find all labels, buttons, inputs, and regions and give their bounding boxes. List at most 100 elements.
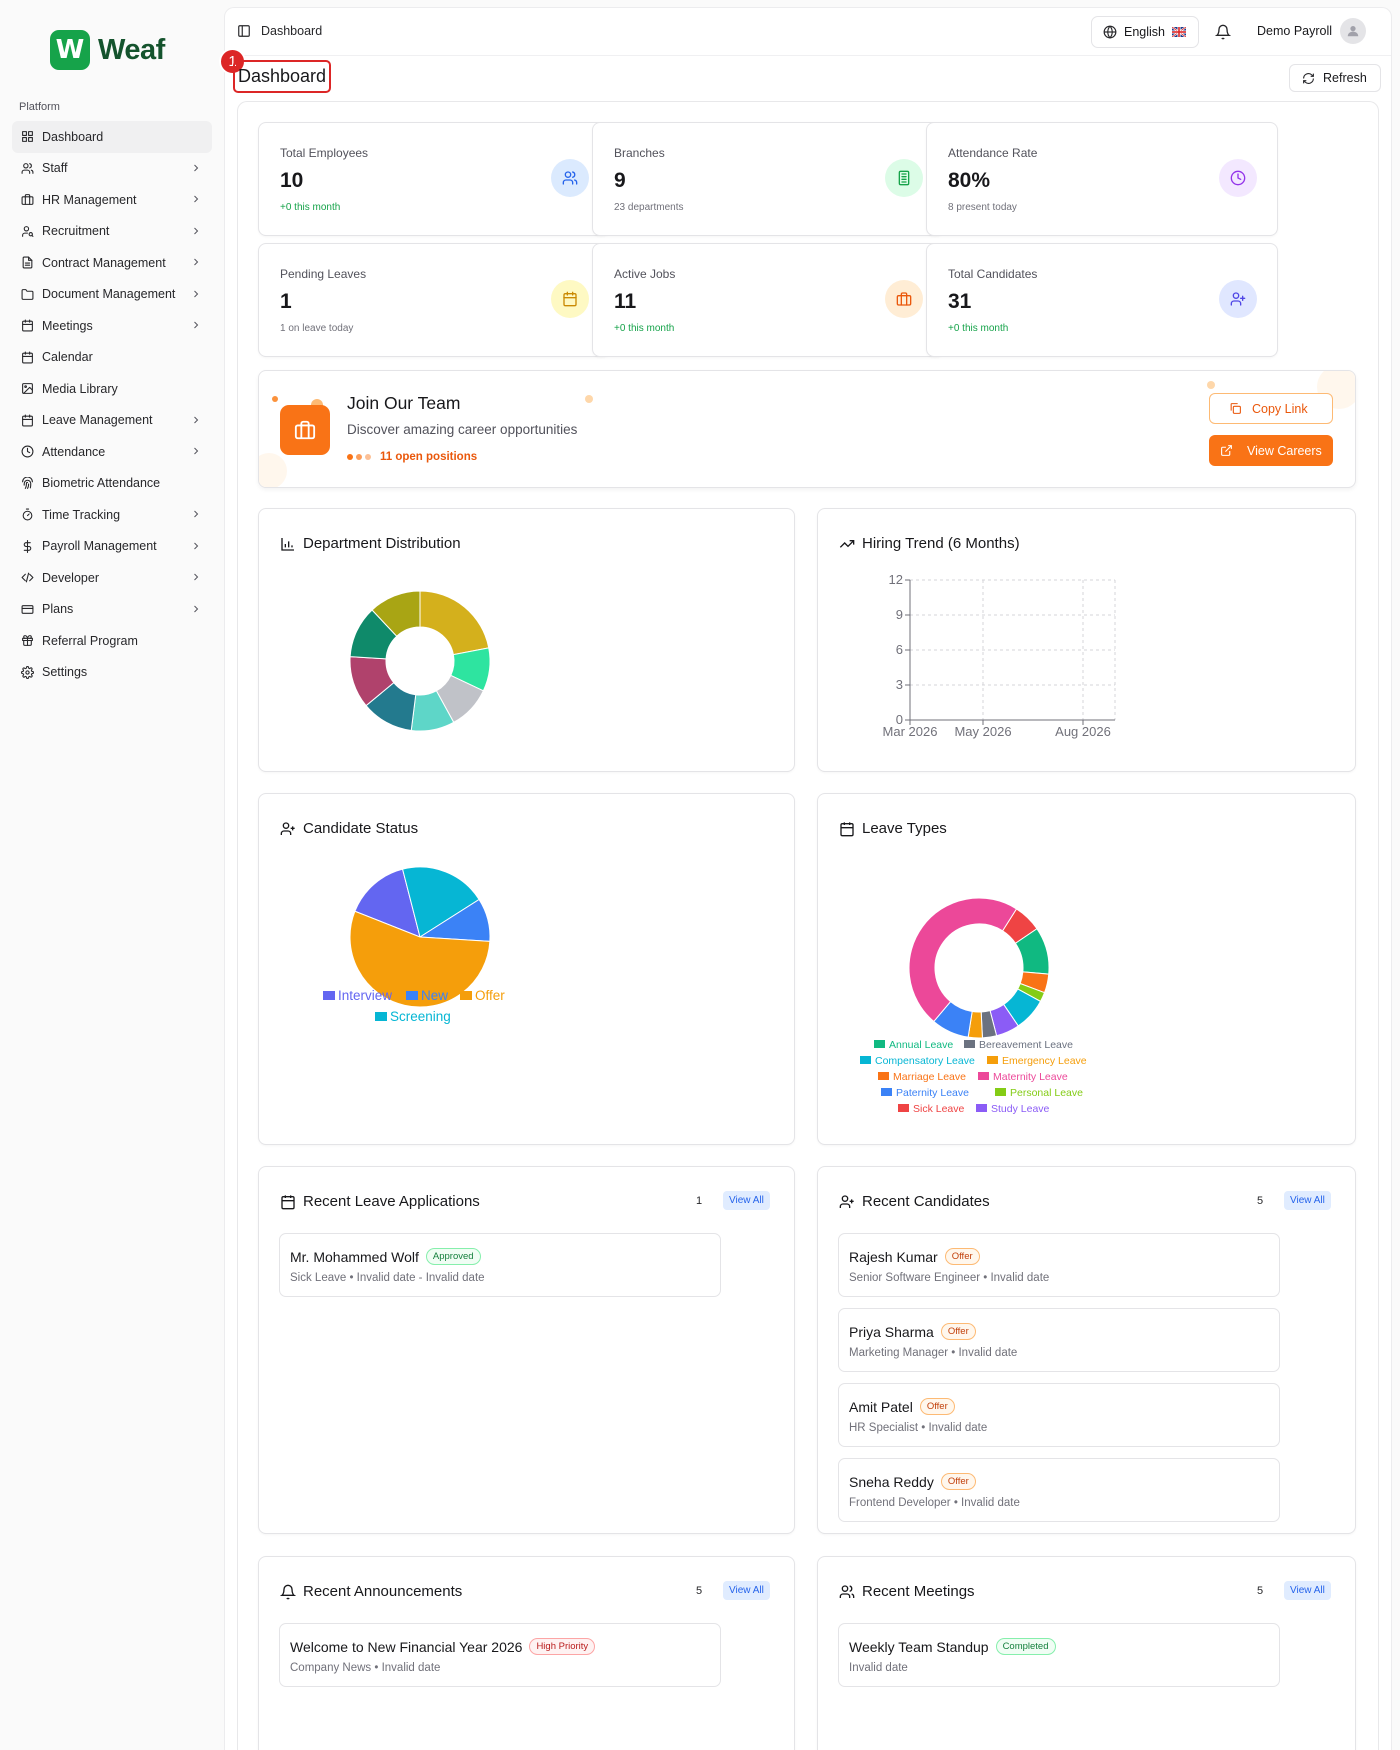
stat-value: 11 (614, 290, 637, 313)
view-careers-button[interactable]: View Careers (1209, 435, 1333, 466)
language-label: English (1124, 25, 1165, 39)
sidebar: W Weaf Platform Dashboard Staff HR Managem… (0, 0, 224, 1750)
sidebar-item-developer[interactable]: Developer (12, 562, 212, 594)
file-text-icon (20, 256, 34, 270)
sidebar-item-meetings[interactable]: Meetings (12, 310, 212, 342)
breadcrumb[interactable]: Dashboard (261, 24, 322, 38)
status-badge: Offer (940, 1323, 976, 1340)
calendar-icon (20, 319, 34, 333)
sidebar-item-payroll-management[interactable]: Payroll Management (12, 531, 212, 563)
sidebar-item-label: Calendar (42, 350, 93, 365)
sidebar-item-document-management[interactable]: Document Management (12, 279, 212, 311)
list-item[interactable]: Welcome to New Financial Year 2026 High … (279, 1623, 721, 1687)
legend-swatch (878, 1072, 889, 1080)
candidate-status-card: Candidate Status Interview New Offer Screen… (258, 793, 795, 1145)
list-item[interactable]: Priya Sharma Offer Marketing Manager • I… (838, 1308, 1280, 1372)
recent-announcements-title: Recent Announcements (303, 1583, 463, 1600)
y-tick-label: 12 (889, 572, 903, 587)
refresh-button[interactable]: Refresh (1289, 64, 1381, 92)
legend-label: Screening (390, 1009, 451, 1024)
legend-label: Maternity Leave (993, 1071, 1068, 1083)
careers-subtitle: Discover amazing career opportunities (347, 422, 578, 437)
legend-swatch (406, 991, 418, 1000)
sidebar-item-media-library[interactable]: Media Library (12, 373, 212, 405)
legend-label: Compensatory Leave (875, 1055, 975, 1067)
sidebar-item-hr-management[interactable]: HR Management (12, 184, 212, 216)
list-item-subtitle: Sick Leave • Invalid date - Invalid date (290, 1272, 485, 1284)
user-search-icon (20, 224, 34, 238)
legend-swatch (881, 1088, 892, 1096)
copy-link-button[interactable]: Copy Link (1209, 393, 1333, 424)
copy-link-label: Copy Link (1252, 401, 1308, 416)
sidebar-item-time-tracking[interactable]: Time Tracking (12, 499, 212, 531)
sidebar-item-label: Payroll Management (42, 539, 157, 554)
y-tick-label: 3 (896, 677, 903, 692)
chevron-right-icon (194, 321, 199, 329)
sidebar-item-leave-management[interactable]: Leave Management (12, 405, 212, 437)
sidebar-item-dashboard[interactable]: Dashboard (12, 121, 212, 153)
users-icon (551, 159, 589, 197)
sidebar-toggle-icon[interactable] (237, 24, 251, 38)
recent-leave-applications-card: Recent Leave Applications 1 View All Mr.… (258, 1166, 795, 1534)
open-positions-label: 11 open positions (380, 451, 478, 463)
donut-slice[interactable] (908, 897, 1018, 1023)
bell-icon (280, 1584, 296, 1599)
sidebar-item-staff[interactable]: Staff (12, 153, 212, 185)
leave-types-card: Leave Types Annual Leave Bereavement Leav… (817, 793, 1356, 1145)
status-badge: Approved (425, 1248, 481, 1265)
calendar-icon (20, 413, 34, 427)
user-plus-icon (839, 1194, 854, 1208)
status-badge: Offer (919, 1398, 955, 1415)
sidebar-item-recruitment[interactable]: Recruitment (12, 216, 212, 248)
stat-subtext: +0 this month (948, 323, 1009, 334)
calendar-icon (551, 280, 589, 318)
meetings-view-all-button[interactable]: View All (1284, 1581, 1331, 1600)
recent-leaves-view-all-button[interactable]: View All (723, 1191, 770, 1210)
stat-card-attendance-rate: Attendance Rate 80% 8 present today (926, 122, 1278, 236)
dollar-icon (20, 539, 34, 553)
user-menu[interactable]: Demo Payroll (1257, 18, 1367, 44)
app-logo[interactable]: W Weaf (50, 30, 165, 70)
sidebar-item-attendance[interactable]: Attendance (12, 436, 212, 468)
sidebar-item-label: Biometric Attendance (42, 476, 161, 491)
legend-label: Sick Leave (913, 1103, 965, 1115)
sidebar-item-biometric-attendance[interactable]: Biometric Attendance (12, 468, 212, 500)
list-item[interactable]: Weekly Team Standup Completed Invalid da… (838, 1623, 1280, 1687)
list-item[interactable]: Sneha Reddy Offer Frontend Developer • I… (838, 1458, 1280, 1522)
clock-icon (1219, 159, 1257, 197)
code-icon (20, 571, 34, 585)
sidebar-item-label: Leave Management (42, 413, 153, 428)
list-item[interactable]: Mr. Mohammed Wolf Approved Sick Leave • … (279, 1233, 721, 1297)
sidebar-item-calendar[interactable]: Calendar (12, 342, 212, 374)
list-item-title: Amit Patel (849, 1398, 913, 1415)
briefcase-icon (885, 280, 923, 318)
sidebar-item-contract-management[interactable]: Contract Management (12, 247, 212, 279)
sidebar-item-referral-program[interactable]: Referral Program (12, 625, 212, 657)
legend-label: Emergency Leave (1002, 1055, 1087, 1067)
chevron-right-icon (194, 510, 199, 518)
leave-types-donut-chart: Annual Leave Bereavement Leave Compensator… (860, 897, 1087, 1115)
recent-candidates-title: Recent Candidates (862, 1193, 990, 1210)
x-tick-label: Mar 2026 (883, 724, 938, 739)
list-item[interactable]: Amit Patel Offer HR Specialist • Invalid… (838, 1383, 1280, 1447)
x-tick-label: May 2026 (954, 724, 1011, 739)
gift-icon (20, 634, 34, 648)
calendar-icon (20, 350, 34, 364)
pie-slice[interactable] (419, 590, 490, 656)
language-selector[interactable]: English (1091, 16, 1199, 48)
recent-candidates-view-all-button[interactable]: View All (1284, 1191, 1331, 1210)
timer-icon (20, 508, 34, 522)
list-item[interactable]: Rajesh Kumar Offer Senior Software Engin… (838, 1233, 1280, 1297)
careers-briefcase-icon (280, 405, 330, 455)
image-icon (20, 382, 34, 396)
user-icon (1347, 26, 1359, 37)
legend-label: Marriage Leave (893, 1071, 966, 1083)
sidebar-item-settings[interactable]: Settings (12, 657, 212, 689)
x-tick-label: Aug 2026 (1055, 724, 1111, 739)
stat-value: 9 (614, 169, 626, 192)
announcements-view-all-button[interactable]: View All (723, 1581, 770, 1600)
bell-icon[interactable] (1215, 24, 1231, 40)
status-badge: High Priority (529, 1638, 596, 1655)
chevron-right-icon (194, 542, 199, 549)
sidebar-item-plans[interactable]: Plans (12, 594, 212, 626)
